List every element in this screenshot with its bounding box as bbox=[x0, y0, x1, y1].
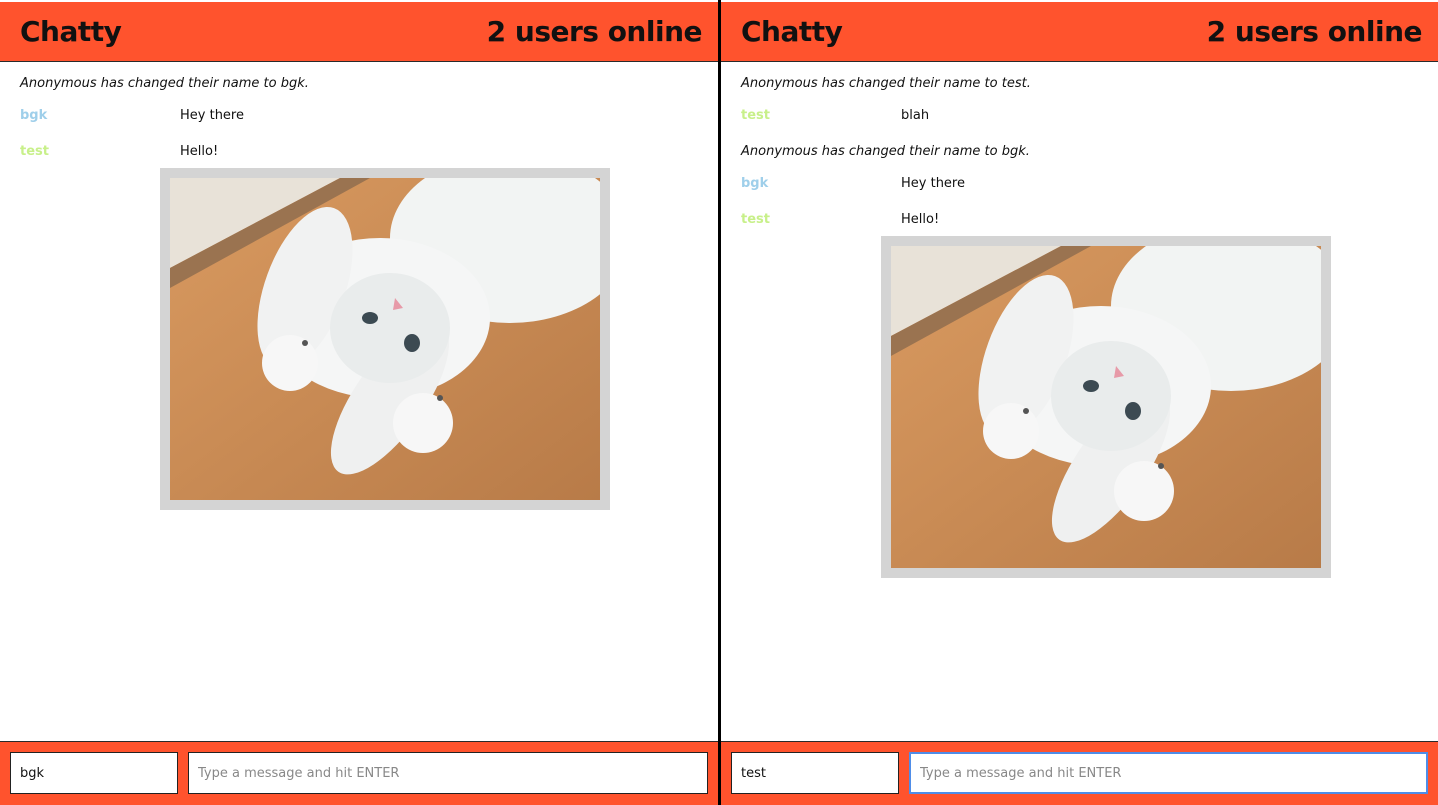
message-text: Hey there bbox=[180, 108, 244, 123]
online-count: 2 users online bbox=[486, 15, 703, 48]
input-bar bbox=[0, 741, 718, 805]
image-attachment bbox=[881, 236, 1331, 578]
message-list[interactable]: Anonymous has changed their name to bgk.… bbox=[0, 63, 718, 741]
cat-photo bbox=[170, 178, 600, 500]
message-username: test bbox=[741, 108, 770, 123]
message-text: blah bbox=[901, 108, 930, 123]
chat-window-right: Chatty 2 users online Anonymous has chan… bbox=[721, 0, 1438, 805]
message-username: test bbox=[741, 212, 770, 227]
message-text: Hey there bbox=[901, 176, 965, 191]
message-username: bgk bbox=[741, 176, 769, 191]
message-username: bgk bbox=[20, 108, 48, 123]
header-bar: Chatty 2 users online bbox=[0, 2, 718, 62]
message-input[interactable] bbox=[188, 752, 708, 794]
app-title: Chatty bbox=[20, 15, 122, 48]
app-title: Chatty bbox=[741, 15, 843, 48]
message-list[interactable]: Anonymous has changed their name to test… bbox=[721, 63, 1438, 741]
chat-message: bgk Hey there bbox=[741, 175, 1418, 199]
system-message: Anonymous has changed their name to bgk. bbox=[741, 144, 1030, 159]
header-bar: Chatty 2 users online bbox=[721, 2, 1438, 62]
username-field[interactable] bbox=[10, 752, 178, 794]
chat-message: test Hello! bbox=[741, 211, 1418, 578]
cat-photo bbox=[891, 246, 1321, 568]
online-count: 2 users online bbox=[1206, 15, 1423, 48]
username-field[interactable] bbox=[731, 752, 899, 794]
chat-message: bgk Hey there bbox=[20, 107, 698, 131]
message-text: Hello! bbox=[901, 212, 940, 227]
system-message: Anonymous has changed their name to test… bbox=[741, 76, 1031, 91]
chat-message: test Hello! bbox=[20, 143, 698, 510]
message-username: test bbox=[20, 144, 49, 159]
image-attachment bbox=[160, 168, 610, 510]
message-text: Hello! bbox=[180, 144, 219, 159]
chat-window-left: Chatty 2 users online Anonymous has chan… bbox=[0, 0, 718, 805]
input-bar bbox=[721, 741, 1438, 805]
message-input[interactable] bbox=[909, 752, 1428, 794]
system-message: Anonymous has changed their name to bgk. bbox=[20, 76, 309, 91]
chat-message: test blah bbox=[741, 107, 1418, 131]
